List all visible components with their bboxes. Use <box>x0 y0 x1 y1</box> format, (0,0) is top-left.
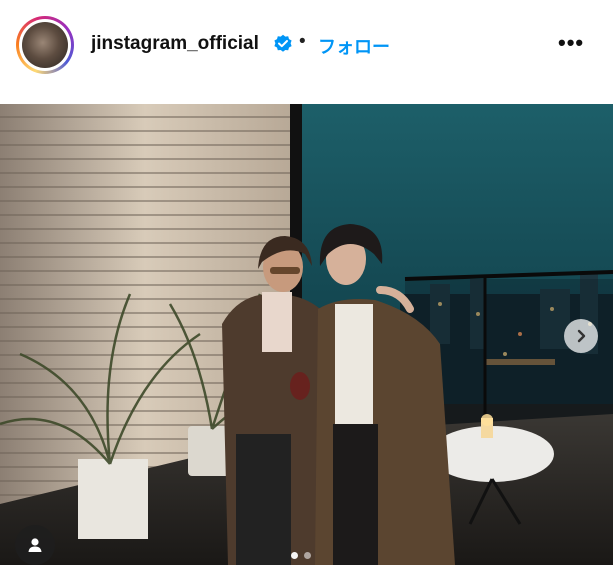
carousel-indicator <box>291 552 311 559</box>
chevron-right-icon <box>577 329 586 343</box>
user-tag-icon <box>28 538 42 552</box>
carousel-dot <box>304 552 311 559</box>
post-photo-illustration <box>0 104 613 565</box>
carousel-next-button[interactable] <box>564 319 598 353</box>
username-link[interactable]: jinstagram_official <box>91 33 259 55</box>
profile-avatar[interactable] <box>16 16 74 74</box>
follow-button[interactable]: フォロー <box>318 33 390 59</box>
post-header: jinstagram_official • フォロー ••• <box>0 0 613 104</box>
avatar-border <box>19 19 71 71</box>
user-tag-button[interactable] <box>15 525 55 565</box>
verified-badge-icon <box>274 34 292 52</box>
avatar-image <box>22 22 68 68</box>
separator-dot: • <box>299 31 306 52</box>
carousel-dot <box>291 552 298 559</box>
more-options-button[interactable]: ••• <box>558 30 584 56</box>
planter-left <box>78 459 148 539</box>
post-image[interactable] <box>0 104 613 565</box>
